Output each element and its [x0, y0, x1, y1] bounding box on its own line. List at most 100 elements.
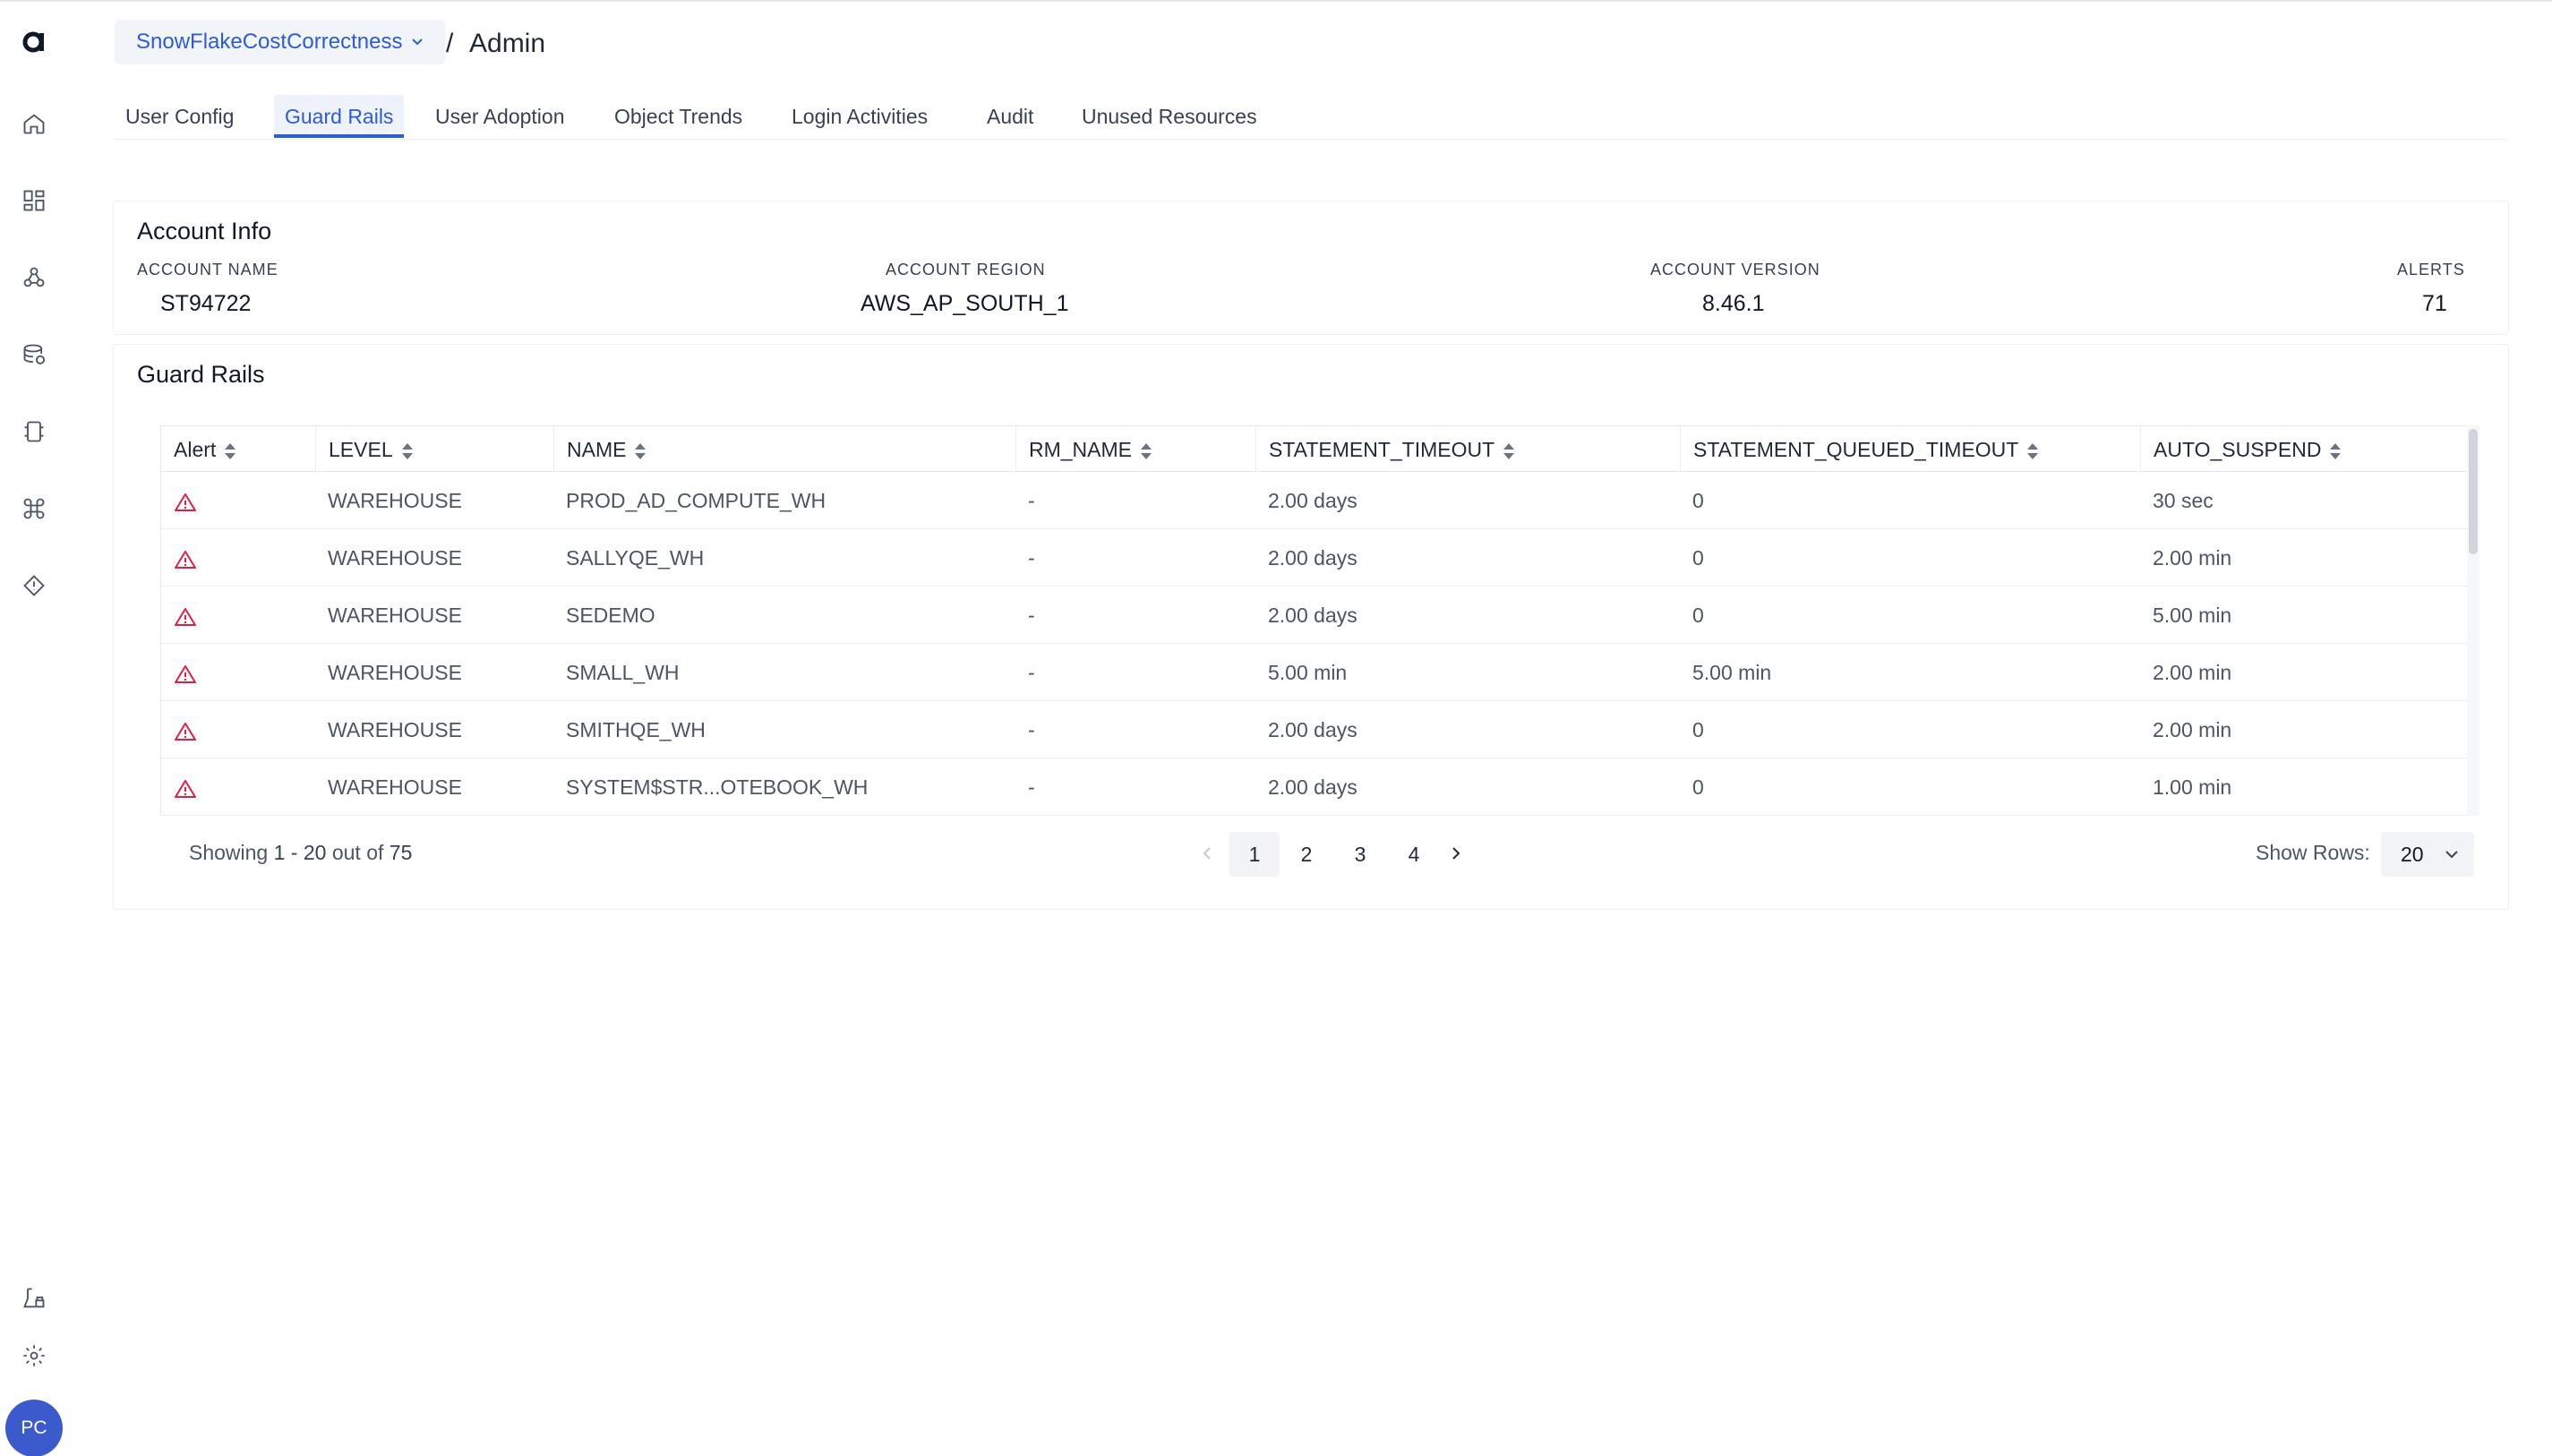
page-title: Admin: [469, 29, 546, 58]
alert-cell[interactable]: [161, 644, 197, 701]
tab-bar: User Config Guard Rails User Adoption Ob…: [115, 95, 2505, 140]
level-cell: WAREHOUSE: [328, 775, 462, 799]
statement-timeout-cell: 5.00 min: [1268, 661, 1348, 684]
dashboard-icon[interactable]: [16, 183, 52, 218]
tab-unused-resources[interactable]: Unused Resources: [1071, 95, 1268, 138]
level-cell: WAREHOUSE: [328, 661, 462, 684]
user-avatar[interactable]: PC: [5, 1400, 63, 1456]
table-row[interactable]: WAREHOUSE SALLYQE_WH - 2.00 days 0 2.00 min: [161, 529, 2479, 587]
page-2-button[interactable]: 2: [1281, 832, 1332, 877]
page-3-button[interactable]: 3: [1335, 832, 1385, 877]
rm-name-cell: -: [1028, 489, 1035, 512]
rows-per-page-value: 20: [2401, 842, 2424, 866]
level-cell: WAREHOUSE: [328, 718, 462, 741]
guard-rails-title: Guard Rails: [137, 361, 265, 388]
column-header-alert[interactable]: Alert: [161, 426, 315, 473]
cluster-icon[interactable]: [16, 260, 52, 295]
alert-cell[interactable]: [161, 701, 197, 758]
sort-icon[interactable]: [1503, 442, 1515, 460]
guard-rails-table: Alert LEVEL NAME RM_NAME STATEMENT_TIMEO…: [160, 425, 2479, 816]
alert-cell[interactable]: [161, 587, 197, 644]
column-header-name[interactable]: NAME: [553, 426, 1015, 473]
next-page-button[interactable]: [1443, 832, 1469, 877]
show-rows-label: Show Rows:: [2256, 841, 2370, 864]
tab-user-adoption[interactable]: User Adoption: [424, 95, 575, 138]
statement-timeout-cell: 2.00 days: [1268, 546, 1357, 570]
chip-icon[interactable]: [16, 414, 52, 450]
sort-icon[interactable]: [2330, 442, 2342, 460]
column-header-statement-timeout[interactable]: STATEMENT_TIMEOUT: [1255, 426, 1680, 473]
rm-name-cell: -: [1028, 661, 1035, 684]
rm-name-cell: -: [1028, 604, 1035, 627]
chevron-down-icon: [412, 39, 424, 46]
logo-icon: [22, 31, 44, 53]
sort-icon[interactable]: [635, 442, 647, 460]
rows-per-page-select[interactable]: 20: [2381, 832, 2474, 877]
column-header-level[interactable]: LEVEL: [315, 426, 553, 473]
warning-triangle-icon[interactable]: [174, 778, 197, 800]
column-header-statement-queued-timeout[interactable]: STATEMENT_QUEUED_TIMEOUT: [1680, 426, 2140, 473]
table-scrollbar[interactable]: [2467, 425, 2479, 816]
name-cell: PROD_AD_COMPUTE_WH: [566, 489, 826, 512]
warning-triangle-icon[interactable]: [174, 664, 197, 685]
queued-timeout-cell: 0: [1692, 775, 1704, 799]
sort-icon[interactable]: [2027, 442, 2039, 460]
tab-user-config[interactable]: User Config: [115, 95, 244, 138]
name-cell: SYSTEM$STR...OTEBOOK_WH: [566, 775, 869, 799]
auto-suspend-cell: 2.00 min: [2153, 718, 2232, 741]
table-row[interactable]: WAREHOUSE PROD_AD_COMPUTE_WH - 2.00 days 0 30…: [161, 472, 2479, 529]
alert-cell[interactable]: [161, 529, 197, 587]
command-icon[interactable]: [16, 491, 52, 527]
alert-cell[interactable]: [161, 758, 197, 816]
level-cell: WAREHOUSE: [328, 489, 462, 512]
lab-icon[interactable]: [16, 1280, 52, 1316]
tab-guard-rails[interactable]: Guard Rails: [274, 95, 405, 138]
auto-suspend-cell: 1.00 min: [2153, 775, 2232, 799]
warning-triangle-icon[interactable]: [174, 549, 197, 570]
rm-name-cell: -: [1028, 718, 1035, 741]
level-cell: WAREHOUSE: [328, 546, 462, 570]
name-cell: SEDEMO: [566, 604, 655, 627]
alert-cell[interactable]: [161, 472, 197, 529]
account-info-title: Account Info: [137, 218, 272, 244]
warning-triangle-icon[interactable]: [174, 721, 197, 742]
table-row[interactable]: WAREHOUSE SMALL_WH - 5.00 min 5.00 min 2.00 m…: [161, 644, 2479, 701]
home-icon[interactable]: [16, 106, 52, 141]
column-header-auto-suspend[interactable]: AUTO_SUSPEND: [2140, 426, 2468, 473]
sort-icon[interactable]: [1141, 442, 1152, 460]
statement-timeout-cell: 2.00 days: [1268, 604, 1357, 627]
project-selector[interactable]: SnowFlakeCostCorrectness: [115, 20, 446, 64]
account-version-value: 8.46.1: [1702, 291, 1765, 316]
guard-rails-card: Guard Rails Alert LEVEL NAME RM_NAME STA…: [113, 344, 2509, 910]
tab-login-activities[interactable]: Login Activities: [781, 95, 938, 138]
prev-page-button[interactable]: [1194, 832, 1220, 877]
page-4-button[interactable]: 4: [1389, 832, 1439, 877]
sort-icon[interactable]: [225, 442, 236, 460]
app-logo[interactable]: [14, 21, 54, 61]
settings-icon[interactable]: [16, 1338, 52, 1374]
table-row[interactable]: WAREHOUSE SMITHQE_WH - 2.00 days 0 2.00 min: [161, 701, 2479, 758]
auto-suspend-cell: 30 sec: [2153, 489, 2214, 512]
warning-triangle-icon[interactable]: [174, 492, 197, 513]
chevron-left-icon: [1203, 847, 1211, 860]
statement-timeout-cell: 2.00 days: [1268, 718, 1357, 741]
tab-audit[interactable]: Audit: [976, 95, 1044, 138]
page-1-button[interactable]: 1: [1229, 832, 1280, 877]
table-row[interactable]: WAREHOUSE SEDEMO - 2.00 days 0 5.00 min: [161, 587, 2479, 644]
queued-timeout-cell: 0: [1692, 604, 1704, 627]
chevron-right-icon: [1452, 847, 1460, 860]
warning-triangle-icon[interactable]: [174, 606, 197, 628]
sort-icon[interactable]: [401, 442, 413, 460]
tab-object-trends[interactable]: Object Trends: [604, 95, 753, 138]
chevron-down-icon: [2445, 851, 2458, 859]
table-row[interactable]: WAREHOUSE SYSTEM$STR...OTEBOOK_WH - 2.00 da…: [161, 758, 2479, 816]
column-header-rm-name[interactable]: RM_NAME: [1015, 426, 1255, 473]
auto-suspend-cell: 2.00 min: [2153, 546, 2232, 570]
alerts-value: 71: [2422, 291, 2447, 316]
database-icon[interactable]: [16, 337, 52, 373]
breadcrumb-separator: /: [446, 29, 454, 58]
statement-timeout-cell: 2.00 days: [1268, 775, 1357, 799]
name-cell: SMITHQE_WH: [566, 718, 706, 741]
diamond-icon[interactable]: [16, 568, 52, 604]
scrollbar-thumb[interactable]: [2469, 429, 2478, 554]
